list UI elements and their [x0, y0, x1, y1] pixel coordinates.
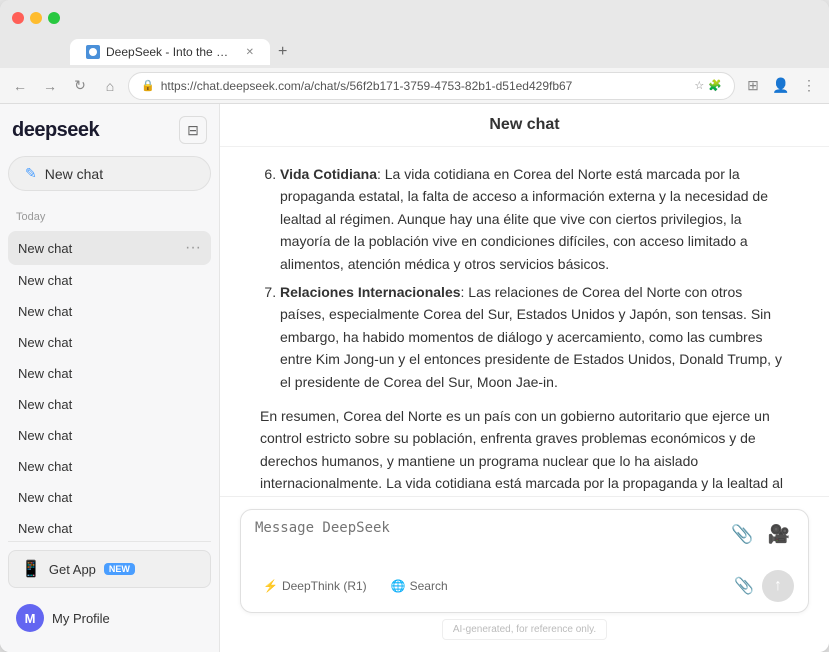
address-icons: ☆ 🧩	[694, 79, 722, 92]
chat-item-0[interactable]: New chat ···	[8, 231, 211, 265]
chat-header: New chat	[220, 104, 829, 147]
chat-item-1[interactable]: New chat	[8, 265, 211, 296]
ai-summary: En resumen, Corea del Norte es un país c…	[260, 405, 789, 496]
new-chat-label: New chat	[45, 166, 103, 182]
section-today-label: Today	[8, 207, 211, 227]
input-box: 📎 🎥 ⚡ DeepThink (R1) 🌐 Sea	[240, 509, 809, 613]
chat-item-3[interactable]: New chat	[8, 327, 211, 358]
chat-item-label-4: New chat	[18, 366, 201, 381]
send-button[interactable]: ↑	[762, 570, 794, 602]
new-chat-icon: ✎	[25, 165, 37, 182]
extensions-button[interactable]: ⊞	[741, 74, 765, 98]
sidebar-bottom: 📱 Get App NEW M My Profile	[8, 541, 211, 640]
chat-item-7[interactable]: New chat	[8, 451, 211, 482]
chat-item-label-9: New chat	[18, 521, 201, 536]
profile-name: My Profile	[52, 611, 110, 626]
input-toolbar: ⚡ DeepThink (R1) 🌐 Search 📎 ↑	[255, 570, 794, 602]
input-tools-right: 📎 ↑	[734, 570, 794, 602]
chat-item-9[interactable]: New chat	[8, 513, 211, 541]
chat-messages[interactable]: Vida Cotidiana: La vida cotidiana en Cor…	[220, 147, 829, 496]
forward-button[interactable]: →	[38, 74, 62, 98]
chat-item-label-2: New chat	[18, 304, 201, 319]
input-tools-left: ⚡ DeepThink (R1) 🌐 Search	[255, 575, 456, 597]
watermark-area: AI-generated, for reference only.	[240, 619, 809, 640]
chat-title: New chat	[489, 116, 559, 133]
profile-button[interactable]: M My Profile	[8, 596, 211, 640]
profile-button[interactable]: 👤	[769, 74, 793, 98]
new-tab-button[interactable]: +	[270, 39, 295, 65]
sidebar-toggle-button[interactable]: ⊟	[179, 116, 207, 144]
chat-item-label-0: New chat	[18, 241, 185, 256]
address-bar[interactable]: 🔒 https://chat.deepseek.com/a/chat/s/56f…	[128, 72, 735, 100]
chat-item-label-7: New chat	[18, 459, 201, 474]
phone-icon: 📱	[21, 559, 41, 579]
main-content: New chat Vida Cotidiana: La vida cotidia…	[220, 104, 829, 652]
globe-icon: 🌐	[391, 579, 406, 593]
ai-message-text-1: Vida Cotidiana: La vida cotidiana en Cor…	[260, 163, 789, 496]
chat-item-2[interactable]: New chat	[8, 296, 211, 327]
app-container: deepseek ⊟ ✎ New chat Today New chat ···…	[0, 104, 829, 652]
deepthink-button[interactable]: ⚡ DeepThink (R1)	[255, 575, 375, 597]
back-button[interactable]: ←	[8, 74, 32, 98]
home-button[interactable]: ⌂	[98, 74, 122, 98]
menu-button[interactable]: ⋮	[797, 74, 821, 98]
close-button[interactable]	[12, 12, 24, 24]
chat-item-label-6: New chat	[18, 428, 201, 443]
item-7-label: Relaciones Internacionales	[280, 284, 461, 300]
chat-item-label-5: New chat	[18, 397, 201, 412]
url-text: https://chat.deepseek.com/a/chat/s/56f2b…	[161, 79, 689, 93]
minimize-button[interactable]	[30, 12, 42, 24]
chat-list: New chat ··· New chat New chat New chat …	[8, 231, 211, 541]
chat-item-label-1: New chat	[18, 273, 201, 288]
new-badge: NEW	[104, 563, 135, 575]
ai-message-block-1: Vida Cotidiana: La vida cotidiana en Cor…	[260, 163, 789, 496]
extension-icon[interactable]: 🧩	[708, 79, 722, 92]
traffic-lights	[12, 12, 60, 24]
avatar: M	[16, 604, 44, 632]
message-input[interactable]	[255, 520, 727, 560]
get-app-button[interactable]: 📱 Get App NEW	[8, 550, 211, 588]
tab-favicon	[86, 45, 100, 59]
deepseek-logo: deepseek	[12, 119, 99, 142]
chat-item-menu-0[interactable]: ···	[185, 239, 201, 257]
maximize-button[interactable]	[48, 12, 60, 24]
get-app-label: Get App	[49, 562, 96, 577]
tab-bar: DeepSeek - Into the Unkno... ✕ +	[0, 36, 829, 68]
camera-icon[interactable]: 🎥	[764, 520, 794, 549]
item-6-label: Vida Cotidiana	[280, 166, 377, 182]
sidebar-header: deepseek ⊟	[8, 116, 211, 144]
title-bar	[0, 0, 829, 36]
search-button[interactable]: 🌐 Search	[383, 575, 456, 597]
browser-tab[interactable]: DeepSeek - Into the Unkno... ✕	[70, 39, 270, 65]
search-label: Search	[410, 579, 448, 593]
deepthink-icon: ⚡	[263, 579, 278, 593]
upload-icon[interactable]: 📎	[727, 520, 757, 549]
chat-item-6[interactable]: New chat	[8, 420, 211, 451]
browser-actions: ⊞ 👤 ⋮	[741, 74, 821, 98]
sidebar: deepseek ⊟ ✎ New chat Today New chat ···…	[0, 104, 220, 652]
watermark-text: AI-generated, for reference only.	[442, 619, 607, 640]
chat-item-5[interactable]: New chat	[8, 389, 211, 420]
reload-button[interactable]: ↻	[68, 74, 92, 98]
tab-title: DeepSeek - Into the Unkno...	[106, 45, 236, 59]
attach-button[interactable]: 📎	[734, 576, 754, 596]
tab-close-icon[interactable]: ✕	[246, 47, 254, 58]
address-bar-row: ← → ↻ ⌂ 🔒 https://chat.deepseek.com/a/ch…	[0, 68, 829, 104]
input-area: 📎 🎥 ⚡ DeepThink (R1) 🌐 Sea	[220, 496, 829, 652]
chat-item-8[interactable]: New chat	[8, 482, 211, 513]
deepthink-label: DeepThink (R1)	[282, 579, 367, 593]
bookmark-icon[interactable]: ☆	[694, 79, 704, 92]
input-top-row: 📎 🎥	[255, 520, 794, 560]
chat-item-label-3: New chat	[18, 335, 201, 350]
new-chat-button[interactable]: ✎ New chat	[8, 156, 211, 191]
input-right-icons: 📎 🎥	[727, 520, 794, 549]
chat-item-label-8: New chat	[18, 490, 201, 505]
chat-item-4[interactable]: New chat	[8, 358, 211, 389]
